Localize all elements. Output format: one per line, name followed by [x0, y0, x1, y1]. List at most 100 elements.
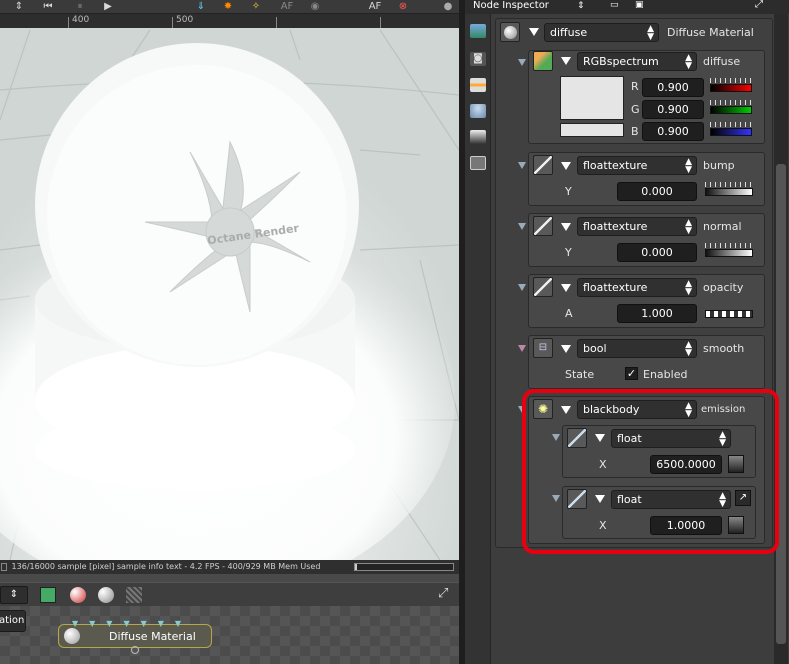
diffuse-type-dropdown[interactable]: RGBspectrum ▲ ▼	[577, 52, 697, 71]
channel-g-field[interactable]: 0.900	[642, 100, 704, 119]
float-texture-icon	[533, 155, 553, 175]
normal-name: normal	[703, 220, 742, 233]
kernel-tab-icon[interactable]	[470, 156, 486, 170]
normal-gradient[interactable]	[705, 249, 753, 257]
nodegraph-toolbar: ⇕ ⤢	[0, 582, 459, 606]
normal-y-field[interactable]: 0.000	[617, 243, 697, 262]
dropdown-arrow-icon[interactable]: ⇕	[10, 0, 28, 14]
glasses-icon[interactable]: ⊗	[394, 0, 412, 14]
smooth-checkbox[interactable]: ✓	[625, 367, 638, 380]
material-type-value: diffuse	[550, 26, 588, 39]
rgb-node-icon	[533, 51, 553, 71]
diffuse-type-value: RGBspectrum	[583, 55, 659, 68]
graph-dropdown[interactable]: ⇕	[0, 586, 28, 604]
settings-dot-icon[interactable]: ●	[442, 0, 454, 14]
render-image	[0, 0, 459, 560]
lens-icon[interactable]: ◉	[308, 0, 322, 14]
smooth-check-label: Enabled	[643, 368, 688, 381]
maximize-icon[interactable]: ⤢	[438, 586, 448, 601]
channel-r-field[interactable]: 0.900	[642, 78, 704, 97]
emission-highlight-box	[522, 389, 779, 554]
channel-b-label: B	[631, 125, 639, 138]
inspector-title-bar: Node Inspector ⇕ ▭ ▣ ⤢	[465, 0, 789, 14]
material-sphere-icon	[500, 22, 520, 42]
bump-name: bump	[703, 159, 735, 172]
dropdown-arrows-icon: ▲ ▼	[685, 340, 692, 358]
normal-collapse-icon[interactable]	[561, 223, 571, 231]
color-swatch[interactable]	[560, 76, 624, 120]
maximize-icon[interactable]: ⤢	[755, 0, 763, 11]
r-scale	[710, 78, 752, 83]
render-viewport[interactable]: Octane Render ⇕ ⏮ ⏸ ▶ ⇓ ✸ ✧ AF ◉ AF ⊗ ● …	[0, 0, 459, 560]
bump-y-label: Y	[565, 185, 572, 198]
inspector-title: Node Inspector	[473, 0, 549, 11]
status-text: 136/16000 sample [pixel] sample info tex…	[11, 562, 321, 571]
diffuse-name: diffuse	[703, 55, 741, 68]
ruler-mark-400: 400	[72, 15, 90, 25]
opacity-type-dropdown[interactable]: floattexture ▲ ▼	[577, 278, 697, 297]
material-collapse-icon[interactable]	[529, 28, 539, 36]
bump-type-dropdown[interactable]: floattexture ▲ ▼	[577, 156, 697, 175]
film-tab-icon[interactable]	[470, 78, 486, 92]
bool-node-icon: ⊟	[533, 338, 553, 358]
smooth-state-label: State	[565, 368, 595, 381]
camera-tab-icon[interactable]: ◙	[470, 52, 486, 66]
bump-gradient[interactable]	[705, 188, 753, 196]
float-icon[interactable]: ▣	[635, 0, 644, 11]
output-pin[interactable]	[131, 646, 139, 654]
tool-icon-c[interactable]: ✧	[248, 0, 264, 14]
color-swatch-small[interactable]	[560, 123, 624, 137]
rewind-icon[interactable]: ⏮	[40, 0, 56, 14]
material-name: Diffuse Material	[667, 26, 754, 39]
image-tab-icon[interactable]	[470, 24, 486, 38]
opacity-a-field[interactable]: 1.000	[617, 304, 697, 323]
normal-y-label: Y	[565, 246, 572, 259]
add-node-icon[interactable]	[40, 587, 56, 603]
dropdown-arrows-icon: ▲ ▼	[647, 24, 654, 42]
play-icon[interactable]: ▶	[100, 0, 116, 14]
graph-left-button[interactable]: ation	[0, 610, 26, 632]
ruler-mark-500: 500	[176, 15, 194, 25]
opacity-type-value: floattexture	[583, 281, 648, 294]
bump-collapse-icon[interactable]	[561, 162, 571, 170]
channel-r-label: R	[631, 80, 639, 93]
database-tab-icon[interactable]	[470, 104, 486, 118]
dropdown-arrows-icon: ▲ ▼	[685, 218, 692, 236]
texture-icon[interactable]	[98, 587, 114, 603]
smooth-pin-icon	[518, 345, 526, 352]
bump-y-field[interactable]: 0.000	[617, 182, 697, 201]
material-type-dropdown[interactable]: diffuse ▲ ▼	[544, 23, 659, 42]
node-label: Diffuse Material	[109, 630, 196, 643]
autofocus-icon-2[interactable]: AF	[366, 0, 384, 14]
inspector-scrollbar[interactable]	[774, 14, 788, 664]
ruler: 400 500	[0, 14, 459, 28]
minimize-icon[interactable]: ▭	[610, 0, 619, 11]
dropdown-arrows-icon: ▲ ▼	[685, 53, 692, 71]
status-left-icon	[1, 562, 7, 571]
b-gradient[interactable]	[710, 128, 752, 136]
material-icon[interactable]	[70, 587, 86, 603]
disabled-tool-icon[interactable]	[126, 587, 142, 603]
dropdown-arrows-icon: ▲ ▼	[685, 157, 692, 175]
diffuse-collapse-icon[interactable]	[561, 57, 571, 65]
normal-type-dropdown[interactable]: floattexture ▲ ▼	[577, 217, 697, 236]
channel-b-field[interactable]: 0.900	[642, 122, 704, 141]
channel-g-label: G	[631, 103, 640, 116]
dropdown-arrows-icon: ▲ ▼	[685, 279, 692, 297]
title-dropdown-icon[interactable]: ⇕	[577, 0, 585, 12]
smooth-type-dropdown[interactable]: bool ▲ ▼	[577, 339, 697, 358]
smooth-collapse-icon[interactable]	[561, 345, 571, 353]
opacity-gradient[interactable]	[705, 310, 753, 318]
pause-icon[interactable]: ⏸	[72, 0, 88, 14]
node-graph[interactable]: ation Diffuse Material ▼▼▼▼▼▼▼	[0, 606, 459, 664]
autofocus-icon[interactable]: AF	[278, 0, 296, 14]
tool-icon-a[interactable]: ⇓	[193, 0, 209, 14]
smooth-name: smooth	[703, 342, 745, 355]
g-gradient[interactable]	[710, 106, 752, 114]
viewport-toolbar: ⇕ ⏮ ⏸ ▶ ⇓ ✸ ✧ AF ◉ AF ⊗ ●	[0, 0, 459, 14]
tool-icon-b[interactable]: ✸	[220, 0, 236, 14]
opacity-collapse-icon[interactable]	[561, 284, 571, 292]
splitter[interactable]	[0, 574, 459, 582]
r-gradient[interactable]	[710, 84, 752, 92]
environment-tab-icon[interactable]	[470, 130, 486, 144]
